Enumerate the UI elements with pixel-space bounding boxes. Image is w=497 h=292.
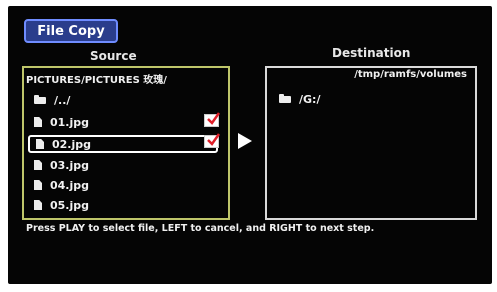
folder-icon xyxy=(279,93,291,103)
checkmark-icon xyxy=(207,133,220,146)
destination-pane: /tmp/ramfs/volumes /G:/ xyxy=(265,66,477,220)
list-item-label: 01.jpg xyxy=(50,115,90,129)
source-pane: PICTURES/PICTURES 玫瑰/ /../ 01.jpg 02.jpg… xyxy=(22,66,230,220)
file-icon xyxy=(34,180,42,190)
list-item-label: 03.jpg xyxy=(50,158,90,172)
file-icon xyxy=(34,160,42,170)
source-path: PICTURES/PICTURES 玫瑰/ xyxy=(26,75,167,86)
file-copy-label: File Copy xyxy=(37,23,105,39)
file-icon xyxy=(36,139,44,149)
destination-label: Destination xyxy=(332,46,411,60)
file-icon xyxy=(34,117,42,127)
help-text: Press PLAY to select file, LEFT to cance… xyxy=(26,223,375,234)
list-item-label: /../ xyxy=(54,93,71,107)
list-item-label: 05.jpg xyxy=(50,198,90,212)
copy-right-arrow-icon xyxy=(238,133,252,149)
list-item-file-selected[interactable]: 02.jpg xyxy=(28,135,218,153)
destination-path: /tmp/ramfs/volumes xyxy=(354,69,467,80)
checkbox-checked[interactable] xyxy=(204,133,220,148)
list-item-label: /G:/ xyxy=(299,92,321,106)
list-item-file[interactable]: 01.jpg xyxy=(34,114,89,130)
list-item-parent-folder[interactable]: /../ xyxy=(34,92,70,108)
list-item-file[interactable]: 05.jpg xyxy=(34,197,89,213)
checkbox-checked[interactable] xyxy=(204,112,220,127)
list-item-file[interactable]: 03.jpg xyxy=(34,157,89,173)
list-item-folder[interactable]: /G:/ xyxy=(279,91,320,107)
checkmark-icon xyxy=(207,112,220,125)
list-item-label: 04.jpg xyxy=(50,178,90,192)
list-item-file[interactable]: 04.jpg xyxy=(34,177,89,193)
source-label: Source xyxy=(90,49,137,63)
file-icon xyxy=(34,200,42,210)
file-copy-button[interactable]: File Copy xyxy=(24,19,118,43)
folder-icon xyxy=(34,94,46,104)
list-item-label: 02.jpg xyxy=(52,137,92,151)
